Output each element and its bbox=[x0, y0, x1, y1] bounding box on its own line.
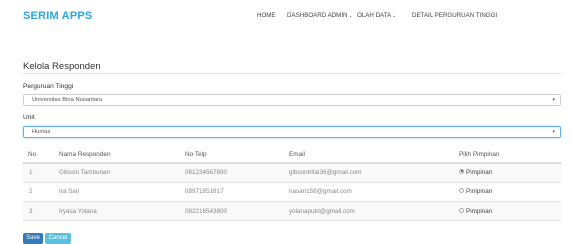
perguruan-tinggi-value: Universitas Bina Nusantara bbox=[32, 97, 103, 103]
cell-email: irasari158@gmail.com bbox=[289, 188, 352, 195]
pimpinan-radio-2[interactable]: Pimpinan bbox=[459, 187, 493, 195]
col-header-no-telp: No Telp bbox=[185, 151, 207, 158]
save-button[interactable]: Save bbox=[23, 233, 43, 244]
cell-phone: 08971851817 bbox=[185, 188, 224, 195]
row-divider bbox=[23, 182, 561, 183]
cell-email: yolanaputri@gmail.com bbox=[289, 208, 355, 215]
nav-detail-perguruan-tinggi-label: DETAIL PERGURUAN TINGGI bbox=[412, 12, 498, 19]
nav-home-label: HOME bbox=[257, 12, 276, 19]
unit-value: Humas bbox=[32, 129, 51, 135]
cell-no: 3 bbox=[29, 208, 33, 215]
caret-down-icon: ▾ bbox=[552, 97, 555, 103]
pimpinan-radio-3[interactable]: Pimpinan bbox=[459, 207, 493, 215]
title-divider bbox=[23, 73, 561, 74]
perguruan-tinggi-select[interactable]: Universitas Bina Nusantara ▾ bbox=[23, 94, 561, 106]
col-header-nama-responden: Nama Responden bbox=[59, 151, 111, 158]
col-header-pilih-pimpinan: Pilih Pimpinan bbox=[459, 151, 500, 158]
cell-email: gibsontrifai36@gmail.com bbox=[289, 169, 362, 176]
app-brand[interactable]: SERIM APPS bbox=[23, 10, 92, 22]
nav-dashboard-admin[interactable]: DASHBOARD ADMIN⌄ bbox=[287, 12, 353, 19]
nav-home[interactable]: HOME bbox=[257, 12, 276, 19]
chevron-down-icon: ⌄ bbox=[392, 13, 397, 19]
cell-no: 2 bbox=[29, 188, 33, 195]
chevron-down-icon: ⌄ bbox=[348, 13, 353, 19]
radio-label: Pimpinan bbox=[466, 188, 493, 195]
row-divider bbox=[23, 220, 561, 221]
radio-selected-icon bbox=[459, 168, 464, 174]
cell-phone: 082216543800 bbox=[185, 208, 228, 215]
page-title: Kelola Responden bbox=[23, 61, 101, 72]
pimpinan-radio-1[interactable]: Pimpinan bbox=[459, 168, 493, 176]
unit-select[interactable]: Humas ▾ bbox=[23, 126, 561, 138]
top-navbar: SERIM APPS HOME DASHBOARD ADMIN⌄ OLAH DA… bbox=[0, 0, 571, 34]
cell-no: 1 bbox=[29, 169, 33, 176]
cancel-button[interactable]: Cancel bbox=[45, 233, 71, 244]
perguruan-tinggi-label: Perguruan Tinggi bbox=[23, 83, 74, 90]
cell-name: Ira Sari bbox=[59, 188, 80, 195]
col-header-email: Email bbox=[289, 151, 305, 158]
cell-name: Iryasa Yolana bbox=[59, 208, 97, 215]
radio-label: Pimpinan bbox=[466, 169, 493, 176]
nav-dashboard-admin-label: DASHBOARD ADMIN bbox=[287, 12, 348, 19]
radio-label: Pimpinan bbox=[466, 208, 493, 215]
col-header-no: No bbox=[28, 151, 37, 158]
radio-unselected-icon bbox=[459, 207, 464, 213]
unit-label: Unit bbox=[23, 114, 35, 121]
caret-down-icon: ▾ bbox=[552, 129, 555, 135]
cell-phone: 081234567890 bbox=[185, 169, 228, 176]
nav-detail-perguruan-tinggi[interactable]: DETAIL PERGURUAN TINGGI bbox=[412, 12, 497, 19]
nav-olah-data[interactable]: OLAH DATA⌄ bbox=[357, 12, 396, 19]
nav-olah-data-label: OLAH DATA bbox=[357, 12, 392, 19]
cell-name: Gibson Tambunan bbox=[59, 169, 110, 176]
radio-unselected-icon bbox=[459, 187, 464, 193]
